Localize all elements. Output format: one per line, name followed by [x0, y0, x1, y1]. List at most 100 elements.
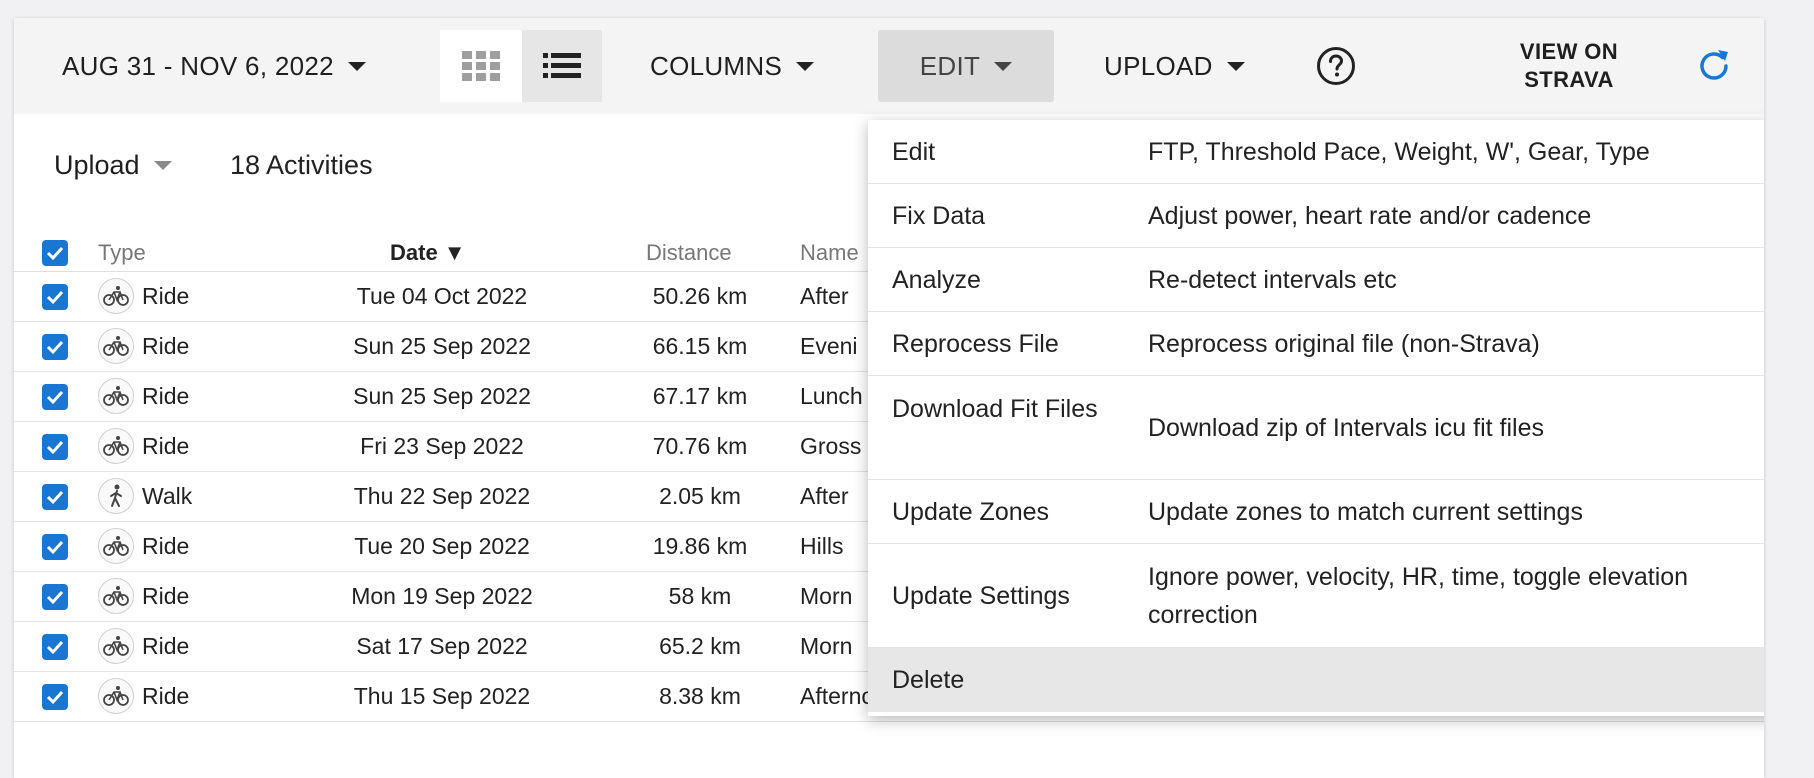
grid-view-icon [462, 51, 500, 81]
edit-button[interactable]: EDIT [878, 30, 1054, 102]
cell-date: Tue 04 Oct 2022 [356, 283, 528, 309]
menu-item-reprocess-file[interactable]: Reprocess File Reprocess original file (n… [868, 312, 1764, 376]
row-checkbox[interactable] [42, 484, 68, 510]
check-icon [46, 290, 64, 305]
bike-icon [98, 528, 134, 564]
view-on-strava-line1: VIEW ON [1519, 39, 1619, 64]
bike-icon [98, 328, 134, 364]
bike-icon [98, 428, 134, 464]
activities-card: AUG 31 - NOV 6, 2022 COLUMNS EDIT UPLOAD… [14, 18, 1764, 778]
grid-view-button[interactable] [440, 30, 522, 102]
cell-name[interactable]: Afternoon Ride [800, 683, 870, 710]
menu-item-description: Update zones to match current settings [1148, 498, 1583, 526]
check-icon [46, 440, 64, 455]
check-icon [46, 246, 64, 261]
cell-name[interactable]: After [800, 283, 870, 310]
row-checkbox[interactable] [42, 534, 68, 560]
menu-item-analyze[interactable]: Analyze Re-detect intervals etc [868, 248, 1764, 312]
menu-item-label: Download Fit Files [892, 395, 1098, 423]
cell-name[interactable]: After [800, 483, 870, 510]
row-checkbox[interactable] [42, 384, 68, 410]
columns-button[interactable]: COLUMNS [650, 30, 815, 102]
menu-item-fix-data[interactable]: Fix Data Adjust power, heart rate and/or … [868, 184, 1764, 248]
cell-name[interactable]: Hills [800, 533, 870, 560]
cell-name[interactable]: Eveni [800, 333, 870, 360]
header-type[interactable]: Type [98, 240, 146, 266]
chevron-down-icon [796, 61, 815, 71]
bike-icon [98, 628, 134, 664]
cell-name[interactable]: Lunch [800, 383, 870, 410]
menu-item-label: Update Zones [892, 498, 1050, 526]
cell-date: Sun 25 Sep 2022 [353, 383, 531, 409]
check-icon [46, 490, 64, 505]
toolbar: AUG 31 - NOV 6, 2022 COLUMNS EDIT UPLOAD… [14, 18, 1764, 114]
upload-dropdown[interactable]: Upload [54, 150, 172, 181]
menu-item-delete[interactable]: Delete [868, 648, 1764, 712]
menu-item-label: Delete [892, 666, 965, 694]
menu-item-label: Edit [892, 138, 936, 166]
cell-name[interactable]: Morn [800, 633, 870, 660]
bike-icon [98, 378, 134, 414]
menu-item-update-zones[interactable]: Update Zones Update zones to match curren… [868, 480, 1764, 544]
cell-distance: 70.76 km [652, 433, 748, 459]
row-checkbox[interactable] [42, 434, 68, 460]
chevron-down-icon [1226, 61, 1245, 71]
row-checkbox[interactable] [42, 334, 68, 360]
cell-name[interactable]: Morn [800, 583, 870, 610]
activities-count: 18 Activities [230, 150, 373, 180]
menu-item-download-fit-files[interactable]: Download Fit Files Download zip of Interv… [868, 376, 1764, 480]
cell-type: Ride [142, 533, 190, 559]
header-distance[interactable]: Distance [646, 240, 732, 266]
cell-distance: 58 km [668, 583, 732, 609]
cell-date: Thu 22 Sep 2022 [353, 483, 531, 509]
chevron-down-icon [153, 161, 172, 170]
check-icon [46, 590, 64, 605]
menu-item-edit[interactable]: Edit FTP, Threshold Pace, Weight, W', Gea… [868, 120, 1764, 184]
menu-item-label: Reprocess File [892, 330, 1059, 358]
bike-icon [98, 278, 134, 314]
menu-item-label: Fix Data [892, 202, 986, 230]
select-all-checkbox[interactable] [42, 240, 68, 266]
bike-icon [98, 578, 134, 614]
walk-icon [98, 478, 134, 514]
menu-item-description: Adjust power, heart rate and/or cadence [1148, 202, 1592, 230]
cell-distance: 19.86 km [652, 533, 748, 559]
view-on-strava-line2: STRAVA [1524, 67, 1614, 92]
cell-distance: 66.15 km [652, 333, 748, 359]
menu-item-update-settings[interactable]: Update Settings Ignore power, velocity, H… [868, 544, 1764, 648]
cell-type: Ride [142, 583, 190, 609]
edit-menu: Edit FTP, Threshold Pace, Weight, W', Gea… [868, 120, 1764, 716]
cell-distance: 65.2 km [659, 633, 741, 659]
cell-name[interactable]: Gross [800, 433, 870, 460]
view-on-strava-button[interactable]: VIEW ON STRAVA [1494, 38, 1644, 94]
row-checkbox[interactable] [42, 634, 68, 660]
list-view-button[interactable] [522, 30, 602, 102]
date-range-button[interactable]: AUG 31 - NOV 6, 2022 [62, 30, 366, 102]
header-date[interactable]: Date ▼ [390, 240, 466, 266]
cell-type: Ride [142, 433, 190, 459]
header-name[interactable]: Name [800, 240, 860, 266]
help-icon[interactable] [1316, 46, 1356, 86]
cell-distance: 8.38 km [659, 683, 741, 709]
chevron-down-icon [347, 61, 366, 71]
cell-date: Thu 15 Sep 2022 [353, 683, 531, 709]
edit-label: EDIT [919, 50, 981, 81]
check-icon [46, 340, 64, 355]
chevron-down-icon [994, 61, 1013, 71]
row-checkbox[interactable] [42, 284, 68, 310]
list-view-icon [543, 53, 581, 78]
date-range-label: AUG 31 - NOV 6, 2022 [62, 50, 334, 81]
menu-item-label: Analyze [892, 266, 981, 294]
cell-distance: 2.05 km [659, 483, 741, 509]
upload-button[interactable]: UPLOAD [1104, 30, 1245, 102]
row-checkbox[interactable] [42, 584, 68, 610]
upload-dropdown-label: Upload [54, 150, 140, 180]
cell-date: Mon 19 Sep 2022 [351, 583, 533, 609]
columns-label: COLUMNS [650, 50, 783, 81]
cell-date: Fri 23 Sep 2022 [360, 433, 524, 459]
upload-label: UPLOAD [1104, 50, 1213, 81]
row-checkbox[interactable] [42, 684, 68, 710]
refresh-icon[interactable] [1694, 46, 1734, 86]
cell-date: Sun 25 Sep 2022 [353, 333, 531, 359]
check-icon [46, 540, 64, 555]
